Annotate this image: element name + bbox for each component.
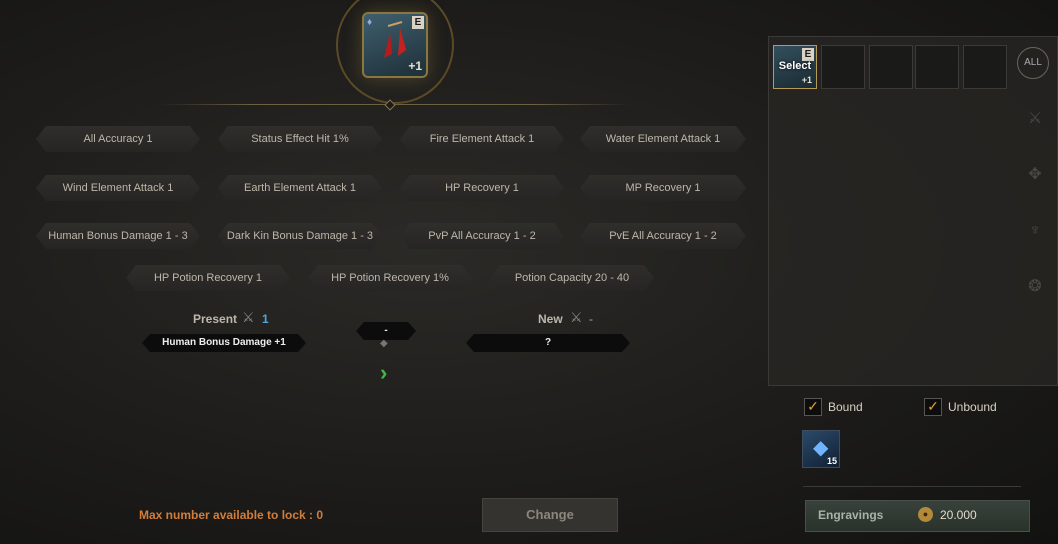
option-tag: Wind Element Attack 1 <box>36 175 200 201</box>
new-count: - <box>589 312 593 326</box>
inventory-panel: E Select +1 ALL ⚔ ✥ ♆ ❂ <box>768 36 1058 386</box>
bound-checkbox[interactable]: ✓ <box>804 398 822 416</box>
enhance-level: +1 <box>801 75 812 85</box>
present-count: 1 <box>262 312 269 326</box>
option-tag: Status Effect Hit 1% <box>218 126 382 152</box>
change-button[interactable]: Change <box>482 498 618 532</box>
inventory-slot[interactable] <box>869 45 913 89</box>
option-tag: Water Element Attack 1 <box>580 126 746 152</box>
inventory-slot[interactable] <box>963 45 1007 89</box>
option-tag: MP Recovery 1 <box>580 175 746 201</box>
engravings-bar[interactable]: Engravings ● 20.000 <box>805 500 1030 532</box>
crossed-swords-icon: ⚔ <box>242 309 255 325</box>
option-tag: HP Potion Recovery 1% <box>308 265 472 291</box>
option-tag: PvE All Accuracy 1 - 2 <box>580 223 746 249</box>
material-quantity: 15 <box>826 456 837 466</box>
max-lock-text: Max number available to lock : 0 <box>139 508 324 522</box>
inventory-slot[interactable] <box>915 45 959 89</box>
inventory-slot[interactable] <box>821 45 865 89</box>
option-tag: HP Potion Recovery 1 <box>126 265 290 291</box>
diamond-icon: ◆ <box>380 338 388 349</box>
present-option: Human Bonus Damage +1 <box>142 334 306 352</box>
option-tag: Earth Element Attack 1 <box>218 175 382 201</box>
filter-all-tab[interactable]: ALL <box>1017 47 1049 79</box>
new-label: New <box>538 312 563 326</box>
coin-icon: ● <box>918 507 933 522</box>
misc-filter-icon[interactable]: ❂ <box>1021 273 1049 301</box>
selected-item-icon[interactable]: ♦ E +1 <box>362 12 428 78</box>
option-tag: Human Bonus Damage 1 - 3 <box>36 223 200 249</box>
engravings-label: Engravings <box>818 508 884 522</box>
option-tag: PvP All Accuracy 1 - 2 <box>400 223 564 249</box>
grade-badge: E <box>412 16 424 29</box>
option-tag: All Accuracy 1 <box>36 126 200 152</box>
arrow-right-icon: › <box>380 360 388 385</box>
enhance-level: +1 <box>408 59 422 73</box>
option-tag: Dark Kin Bonus Damage 1 - 3 <box>218 223 382 249</box>
bound-label: Bound <box>828 400 863 414</box>
armor-filter-icon[interactable]: ✥ <box>1021 161 1049 189</box>
inventory-slot-selected[interactable]: E Select +1 <box>773 45 817 89</box>
new-option: ? <box>466 334 630 352</box>
option-tag: HP Recovery 1 <box>400 175 564 201</box>
unbound-label: Unbound <box>948 400 997 414</box>
crossed-swords-icon: ⚔ <box>570 309 583 325</box>
option-tag: Potion Capacity 20 - 40 <box>490 265 654 291</box>
divider <box>803 486 1021 487</box>
material-item[interactable]: ◆ 15 <box>802 430 840 468</box>
option-tag: Fire Element Attack 1 <box>400 126 564 152</box>
select-label: Select <box>778 60 812 72</box>
sword-filter-icon[interactable]: ⚔ <box>1021 105 1049 133</box>
present-label: Present <box>193 312 238 326</box>
accessory-filter-icon[interactable]: ♆ <box>1021 217 1049 245</box>
unbound-checkbox[interactable]: ✓ <box>924 398 942 416</box>
engravings-value: 20.000 <box>940 508 977 522</box>
